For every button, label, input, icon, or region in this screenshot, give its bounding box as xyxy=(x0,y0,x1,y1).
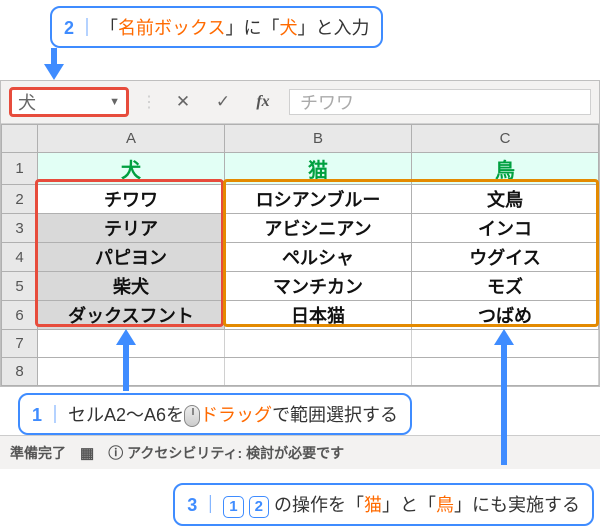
accessibility-status[interactable]: ⓘ アクセシビリティ: 検討が必要です xyxy=(108,442,344,463)
step-number: 2 xyxy=(64,18,74,38)
cell-A5[interactable]: 柴犬 xyxy=(38,272,225,301)
arrow-up-icon xyxy=(116,329,136,345)
cell-C3[interactable]: インコ xyxy=(412,214,599,243)
callout-step-1: 1｜セルA2～A6をドラッグで範囲選択する xyxy=(18,393,412,435)
cell-C1[interactable]: 鳥 xyxy=(412,153,599,185)
cell-B1[interactable]: 猫 xyxy=(225,153,412,185)
cell-C4[interactable]: ウグイス xyxy=(412,243,599,272)
arrow-down-icon xyxy=(44,64,64,80)
row-header[interactable]: 6 xyxy=(2,301,38,330)
macro-icon[interactable]: ▦ xyxy=(80,444,94,462)
ref-step-1: 1 xyxy=(223,496,243,518)
name-box-value: 犬 xyxy=(18,89,36,115)
cell-B2[interactable]: ロシアンブルー xyxy=(225,185,412,214)
row-header[interactable]: 7 xyxy=(2,330,38,358)
ref-step-2: 2 xyxy=(249,496,269,518)
row-header[interactable]: 5 xyxy=(2,272,38,301)
arrow-stem xyxy=(123,345,129,391)
formula-value: チワワ xyxy=(300,89,354,115)
cell-B3[interactable]: アビシニアン xyxy=(225,214,412,243)
cell-A1[interactable]: 犬 xyxy=(38,153,225,185)
cell-B7[interactable] xyxy=(225,330,412,358)
cell-C5[interactable]: モズ xyxy=(412,272,599,301)
accessibility-icon: ⓘ xyxy=(108,445,123,462)
col-header-B[interactable]: B xyxy=(225,125,412,153)
formula-bar: 犬 ▼ ⋮ ✕ ✓ fx チワワ xyxy=(1,81,599,124)
callout-step-3: 3｜1 2 の操作を「猫」と「鳥」にも実施する xyxy=(173,483,594,526)
row-header[interactable]: 3 xyxy=(2,214,38,243)
chevron-down-icon[interactable]: ▼ xyxy=(109,96,120,108)
formula-input[interactable]: チワワ xyxy=(289,89,591,115)
cell-A6[interactable]: ダックスフント xyxy=(38,301,225,330)
cell-B8[interactable] xyxy=(225,358,412,386)
callout-step-2: 2｜「名前ボックス」に「犬」と入力 xyxy=(50,6,383,48)
accept-button[interactable]: ✓ xyxy=(209,90,237,114)
cell-C2[interactable]: 文鳥 xyxy=(412,185,599,214)
cell-A4[interactable]: パピヨン xyxy=(38,243,225,272)
corner-cell[interactable] xyxy=(2,125,38,153)
cell-B6[interactable]: 日本猫 xyxy=(225,301,412,330)
cell-B4[interactable]: ペルシャ xyxy=(225,243,412,272)
arrow-stem xyxy=(51,48,57,64)
separator: ⋮ xyxy=(141,92,157,112)
fx-button[interactable]: fx xyxy=(249,90,277,114)
cancel-button[interactable]: ✕ xyxy=(169,90,197,114)
col-header-C[interactable]: C xyxy=(412,125,599,153)
step-number: 1 xyxy=(32,405,42,425)
cell-C6[interactable]: つばめ xyxy=(412,301,599,330)
arrow-stem xyxy=(501,345,507,465)
cell-B5[interactable]: マンチカン xyxy=(225,272,412,301)
cell-A2[interactable]: チワワ xyxy=(38,185,225,214)
step-number: 3 xyxy=(187,495,197,515)
row-header[interactable]: 2 xyxy=(2,185,38,214)
row-header[interactable]: 4 xyxy=(2,243,38,272)
row-header[interactable]: 1 xyxy=(2,153,38,185)
arrow-up-icon xyxy=(494,329,514,345)
cell-A3[interactable]: テリア xyxy=(38,214,225,243)
mouse-icon xyxy=(184,405,200,427)
name-box[interactable]: 犬 ▼ xyxy=(9,87,129,117)
status-ready: 準備完了 xyxy=(10,443,66,463)
col-header-A[interactable]: A xyxy=(38,125,225,153)
row-header[interactable]: 8 xyxy=(2,358,38,386)
